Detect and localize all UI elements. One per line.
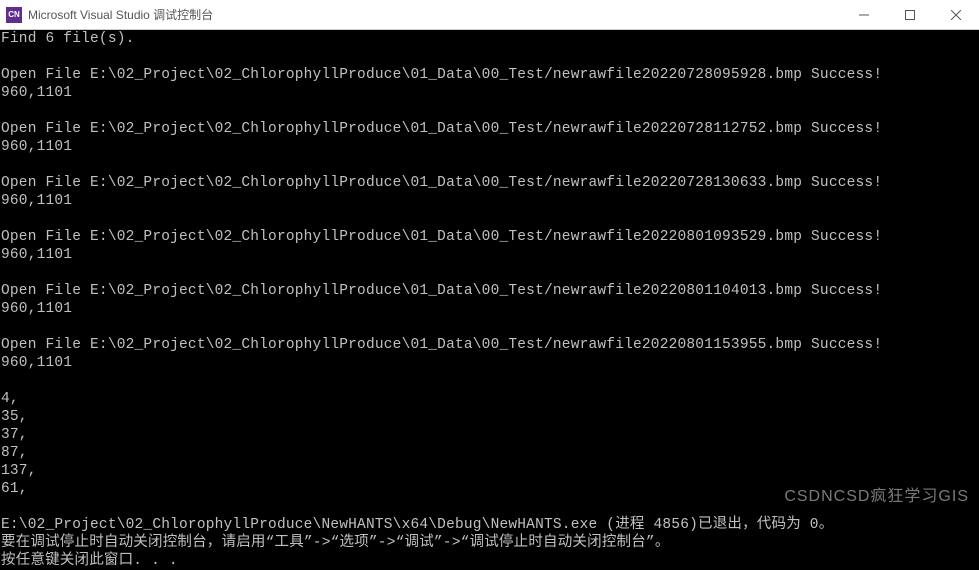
console-output[interactable]: Find 6 file(s). Open File E:\02_Project\…	[0, 30, 979, 512]
close-button[interactable]	[933, 0, 979, 30]
maximize-button[interactable]	[887, 0, 933, 30]
minimize-button[interactable]	[841, 0, 887, 30]
window-controls	[841, 0, 979, 30]
title-bar: CN Microsoft Visual Studio 调试控制台	[0, 0, 979, 30]
app-icon: CN	[6, 7, 22, 23]
window-title: Microsoft Visual Studio 调试控制台	[28, 6, 841, 23]
